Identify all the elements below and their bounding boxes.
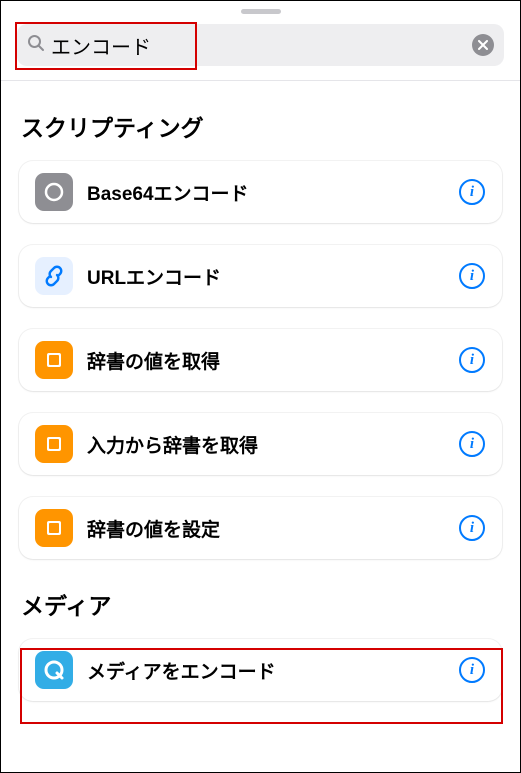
action-label: Base64エンコード <box>87 179 458 206</box>
info-button[interactable]: i <box>458 430 486 458</box>
action-get-dictionary-value[interactable]: 辞書の値を取得 i <box>19 329 502 391</box>
action-label: URLエンコード <box>87 263 458 290</box>
info-button[interactable]: i <box>458 178 486 206</box>
action-set-dictionary-value[interactable]: 辞書の値を設定 i <box>19 497 502 559</box>
action-label: 入力から辞書を取得 <box>87 431 458 458</box>
info-button[interactable]: i <box>458 346 486 374</box>
search-bar[interactable] <box>17 24 504 66</box>
clear-search-button[interactable] <box>472 34 494 56</box>
action-base64-encode[interactable]: Base64エンコード i <box>19 161 502 223</box>
search-input[interactable] <box>51 34 472 57</box>
quicktime-icon <box>35 651 73 689</box>
action-encode-media[interactable]: メディアをエンコード i <box>19 639 502 701</box>
action-label: メディアをエンコード <box>87 657 458 684</box>
section-title-scripting: スクリプティング <box>21 109 502 143</box>
dictionary-icon <box>35 425 73 463</box>
info-button[interactable]: i <box>458 656 486 684</box>
base64-icon <box>35 173 73 211</box>
dictionary-icon <box>35 509 73 547</box>
action-label: 辞書の値を設定 <box>87 515 458 542</box>
action-url-encode[interactable]: URLエンコード i <box>19 245 502 307</box>
link-icon <box>35 257 73 295</box>
drag-grabber[interactable] <box>241 9 281 14</box>
action-get-dictionary-from-input[interactable]: 入力から辞書を取得 i <box>19 413 502 475</box>
action-label: 辞書の値を取得 <box>87 347 458 374</box>
info-button[interactable]: i <box>458 262 486 290</box>
dictionary-icon <box>35 341 73 379</box>
section-title-media: メディア <box>21 587 502 621</box>
search-icon <box>27 34 45 57</box>
results-content: スクリプティング Base64エンコード i URLエンコード i 辞書の値を取… <box>1 109 520 701</box>
info-button[interactable]: i <box>458 514 486 542</box>
search-container <box>1 24 520 81</box>
